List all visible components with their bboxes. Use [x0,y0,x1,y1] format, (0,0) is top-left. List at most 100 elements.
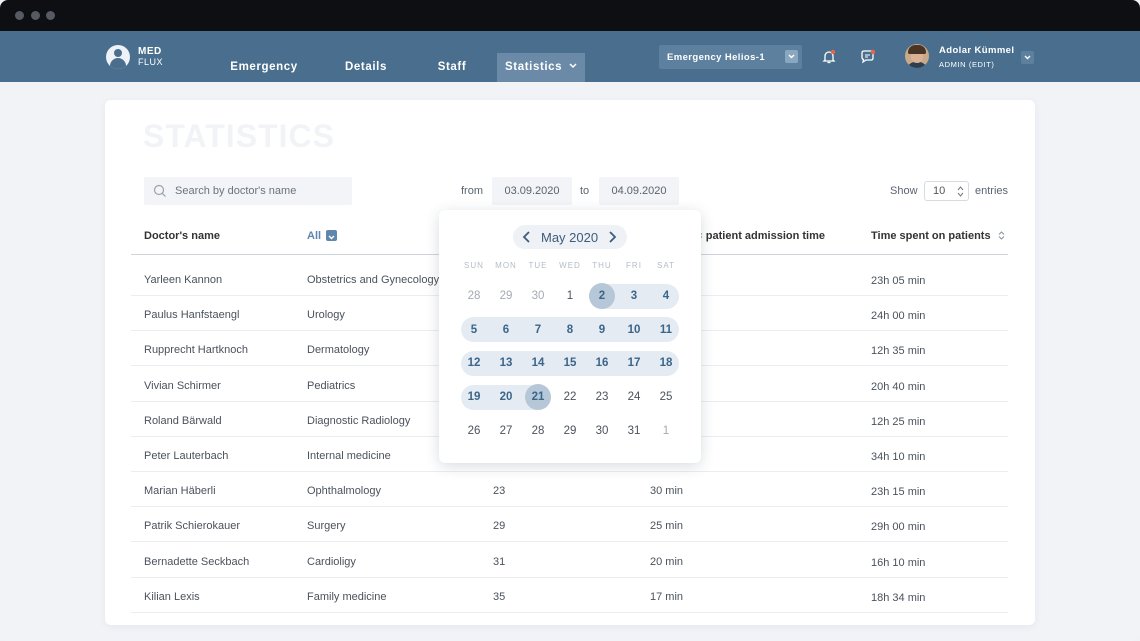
weekday-label: WED [559,261,581,270]
calendar-day[interactable]: 20 [493,384,519,410]
organization-select[interactable]: Emergency Helios-1 [659,45,802,69]
bell-icon[interactable] [820,48,838,66]
calendar-month-title: May 2020 [541,230,599,245]
calendar-day[interactable]: 19 [461,384,487,410]
calendar-day[interactable]: 31 [621,418,647,444]
logo-text-med: MED [138,46,162,57]
weekday-label: MON [495,261,517,270]
page-title: STATISTICS [143,118,335,154]
cell-patients: 23 [493,485,506,498]
stepper-arrows-icon[interactable] [957,185,964,198]
calendar-day[interactable]: 8 [557,317,583,343]
calendar-day[interactable]: 7 [525,317,551,343]
cell-name: Rupprecht Hartknoch [144,344,248,357]
calendar-day[interactable]: 1 [557,283,583,309]
calendar-day[interactable]: 29 [557,418,583,444]
nav-tab-staff[interactable]: Staff [423,53,481,82]
column-header-doctor-name[interactable]: Doctor's name [144,230,220,242]
nav-tab-statistics[interactable]: Statistics [497,53,585,82]
chevron-down-icon [569,63,577,69]
calendar-day[interactable]: 1 [653,418,679,444]
cell-time: 23h 05 min [871,275,926,287]
user-role: ADMIN (EDIT) [939,60,995,69]
cell-time: 12h 25 min [871,415,926,428]
user-name: Adolar Kümmel [939,45,1015,56]
chevron-right-icon[interactable] [605,230,619,244]
entries-stepper[interactable]: 10 [924,181,969,201]
cell-patients: 31 [493,555,506,568]
cell-time: 23h 15 min [871,486,926,499]
calendar-day[interactable]: 4 [653,283,679,309]
calendar-day[interactable]: 24 [621,384,647,410]
cell-admission: 25 min [650,520,684,533]
calendar-day[interactable]: 5 [461,317,487,343]
window-minimize-dot[interactable] [31,11,40,20]
weekday-label: FRI [626,261,642,270]
table-row[interactable]: Kilian Lexis Family medicine 35 17 min 18h 3… [131,578,1008,613]
cell-name: Bernadette Seckbach [144,555,250,568]
to-date-field[interactable]: 04.09.2020 [599,177,679,205]
weekday-label: SUN [464,261,484,270]
window-titlebar [0,0,1140,31]
cell-admission: 30 min [650,485,684,498]
entries-label: entries [975,185,1009,197]
from-date-field[interactable]: 03.09.2020 [492,177,572,205]
cell-dept: Pediatrics [307,379,356,392]
calendar-day[interactable]: 28 [461,283,487,309]
calendar-day[interactable]: 28 [525,418,551,444]
cell-patients: 29 [493,520,506,533]
chat-icon[interactable] [859,48,877,66]
calendar-day[interactable]: 21 [525,384,551,411]
logo-icon[interactable] [106,45,130,69]
cell-patients: 35 [493,590,506,603]
nav-tab-details[interactable]: Details [331,53,401,82]
top-navbar: MED FLUX Emergency Details Staff Statist… [0,31,1140,82]
doctor-search-input[interactable] [175,183,345,199]
weekday-label: TUE [528,261,548,270]
chevron-left-icon[interactable] [520,230,534,244]
calendar-day[interactable]: 30 [525,283,551,309]
calendar-day[interactable]: 22 [557,384,583,410]
calendar-day[interactable]: 3 [621,283,647,309]
cell-dept: Family medicine [307,590,387,603]
calendar-day[interactable]: 29 [493,283,519,309]
column-header-time-spent[interactable]: Time spent on patients [871,230,1005,242]
cell-name: Patrik Schierokauer [144,520,240,533]
user-avatar[interactable] [905,44,929,68]
cell-dept: Internal medicine [307,450,391,462]
user-menu-chevron-icon[interactable] [1021,51,1034,64]
chevron-down-icon [785,50,798,63]
calendar-day[interactable]: 9 [589,317,615,343]
cell-admission: 20 min [650,555,684,568]
search-box [144,177,352,205]
calendar-day[interactable]: 25 [653,384,679,410]
calendar-day[interactable]: 6 [493,317,519,343]
cell-dept: Urology [307,309,345,322]
nav-tab-emergency[interactable]: Emergency [222,53,306,82]
calendar-day[interactable]: 23 [589,384,615,410]
cell-dept: Dermatology [307,344,370,357]
department-filter-label[interactable]: All [307,230,321,242]
from-label: from [461,185,483,197]
window-close-dot[interactable] [15,11,24,20]
app-window: MED FLUX Emergency Details Staff Statist… [0,0,1140,641]
calendar-day[interactable]: 27 [493,418,519,444]
column-header-admission-time[interactable]: patient admission time [695,230,825,242]
table-row[interactable]: Bernadette Seckbach Cardioligy 31 20 min 16h… [131,543,1008,578]
calendar-day[interactable]: 30 [589,418,615,444]
cell-time: 34h 10 min [871,451,926,463]
cell-name: Marian Häberli [144,485,216,498]
cell-name: Roland Bärwald [144,414,222,427]
calendar-day[interactable]: 11 [653,317,679,343]
logo-text-flux: FLUX [138,57,164,67]
cell-time: 16h 10 min [871,556,926,569]
window-maximize-dot[interactable] [46,11,55,20]
department-filter-dropdown-icon[interactable] [326,230,337,241]
calendar-month-header: May 2020 [513,225,627,249]
calendar-day[interactable]: 26 [461,418,487,444]
calendar-day[interactable]: 2 [589,283,615,309]
calendar-day[interactable]: 10 [621,317,647,343]
table-row[interactable]: Marian Häberli Ophthalmology 23 30 min 23h 1… [131,472,1008,508]
table-row[interactable]: Patrik Schierokauer Surgery 29 25 min 29h 00… [131,507,1008,543]
cell-time: 29h 00 min [871,521,926,534]
